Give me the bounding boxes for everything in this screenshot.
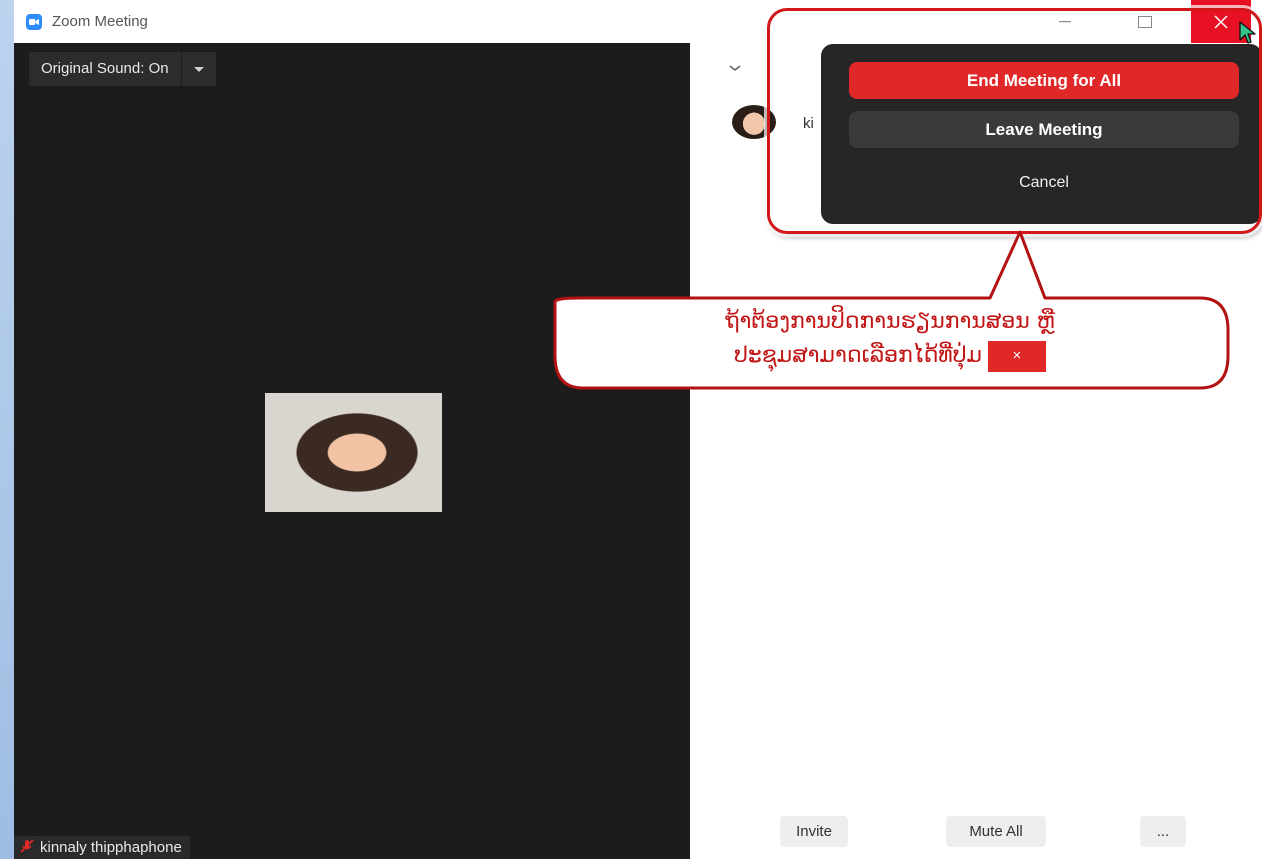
callout-line-1: ຖ້າຕ້ອງການປິດການຮຽນການສອນ ຫຼື <box>725 309 1055 334</box>
callout-text: ຖ້າຕ້ອງການປິດການຮຽນການສອນ ຫຼື ປະຊຸມສາມາດ… <box>575 305 1205 373</box>
close-button-illustration: × <box>987 340 1046 372</box>
callout-line-2: ປະຊຸມສາມາດເລືອກໄດ້ທີ່ປຸ່ມ <box>734 343 982 368</box>
callout-bubble <box>553 230 1230 390</box>
callout-line-2-row: ປະຊຸມສາມາດເລືອກໄດ້ທີ່ປຸ່ມ × <box>734 339 1046 373</box>
